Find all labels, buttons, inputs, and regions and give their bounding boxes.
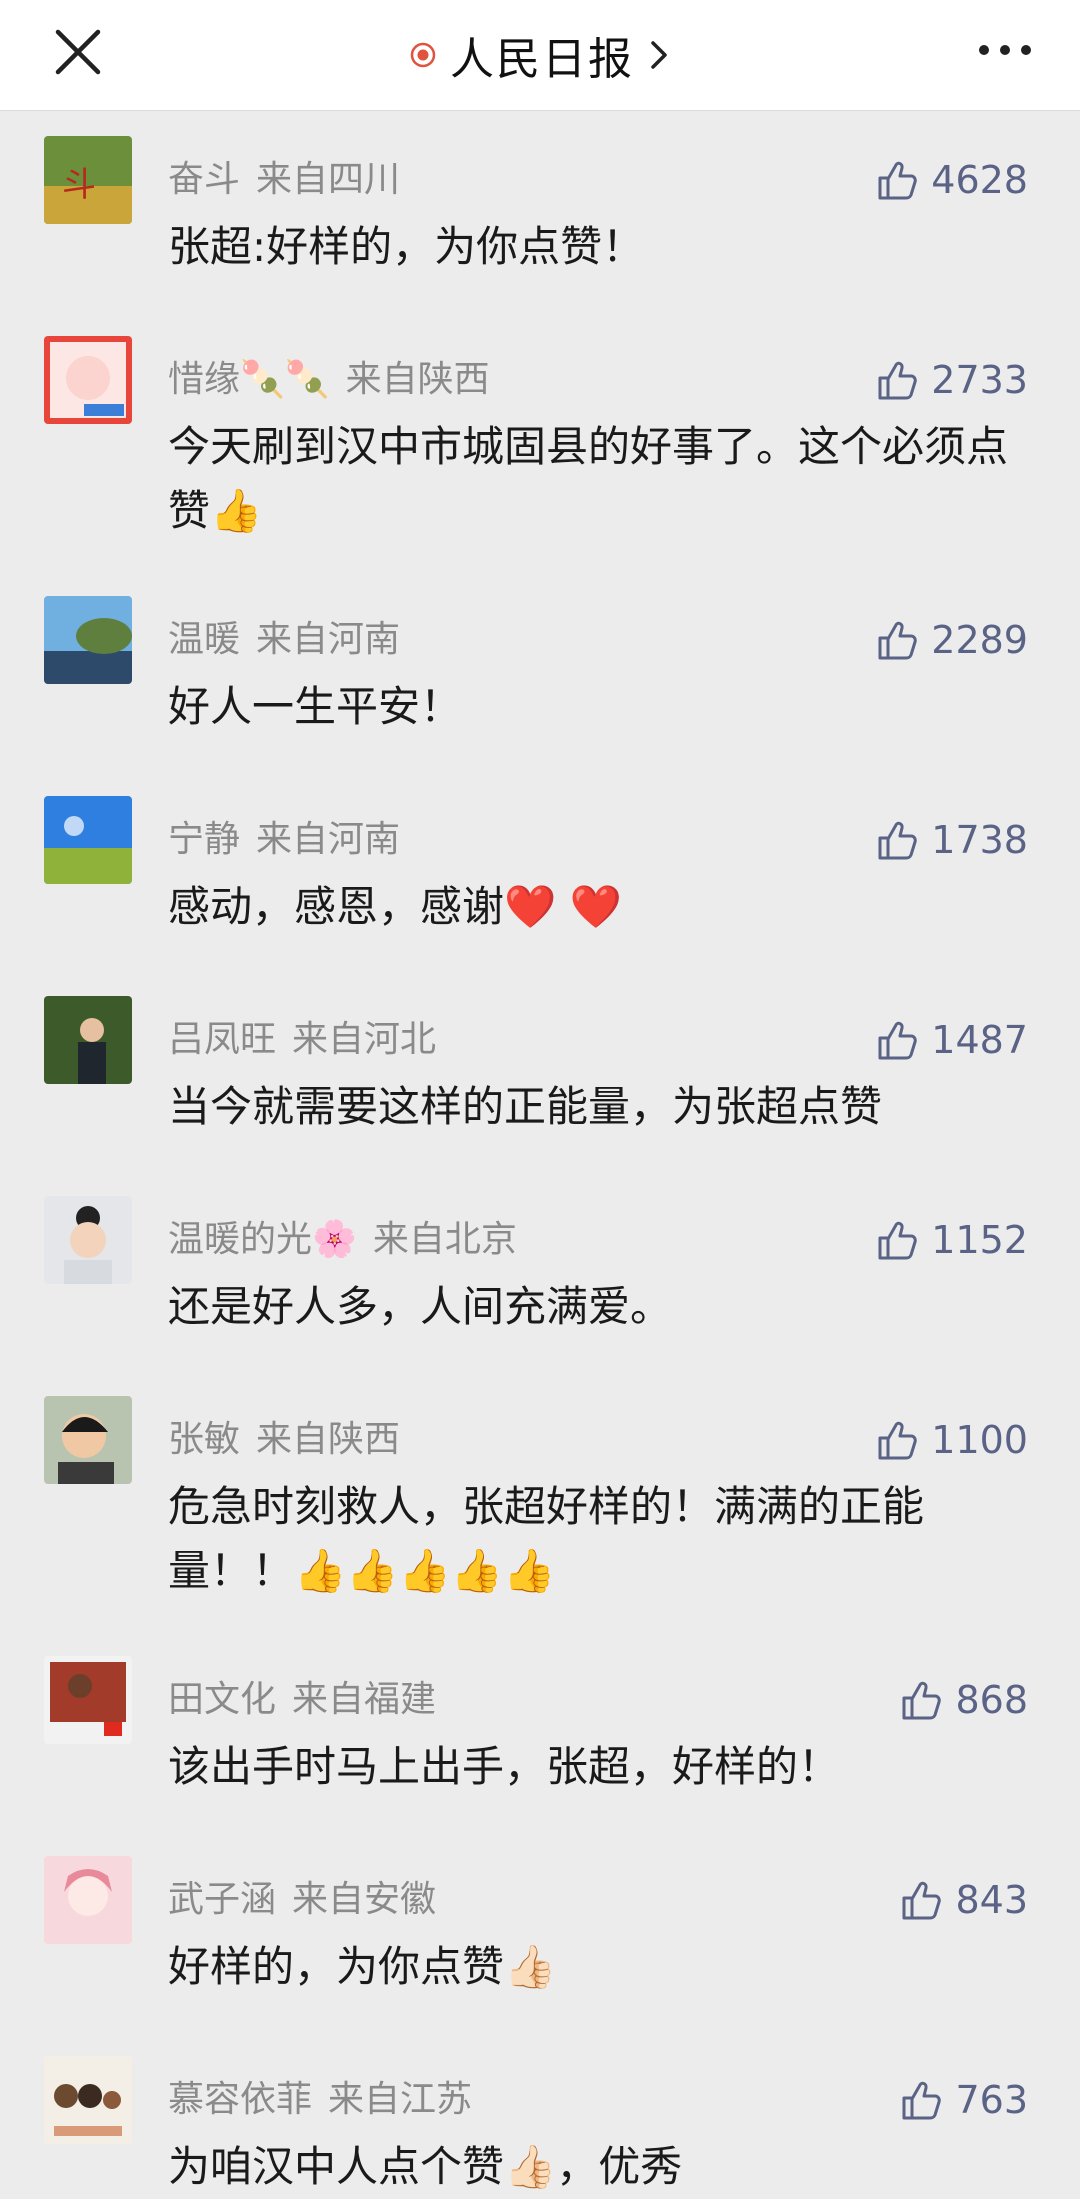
comment-location: 来自河北 xyxy=(292,1019,437,1060)
record-dot-icon xyxy=(410,42,436,68)
comment-text: 该出手时马上出手，张超，好样的！ xyxy=(168,1742,841,1791)
thumbs-up-icon xyxy=(878,361,918,400)
page-title: 人民日报 xyxy=(450,34,634,85)
thumbs-up-icon xyxy=(878,1221,918,1260)
comment-item: 斗 奋斗 来自四川 4628 张超:好样的，为你点赞！ xyxy=(0,110,1080,310)
like-button[interactable]: 2733 xyxy=(875,355,1028,405)
comment-item: 武子涵 来自安徽 843 好样的，为你点赞👍🏻 xyxy=(0,1830,1080,2030)
chevron-right-icon xyxy=(651,41,667,69)
comment-location: 来自河南 xyxy=(256,619,401,660)
like-count: 868 xyxy=(955,1678,1028,1722)
comment-item: 惜缘🍡🍡 来自陕西 2733 今天刷到汉中市城固县的好事了。这个必须点赞👍 xyxy=(0,310,1080,570)
like-count: 2733 xyxy=(931,358,1028,402)
like-button[interactable]: 2289 xyxy=(875,615,1028,665)
comment-text: 危急时刻救人，张超好样的！满满的正能量！！👍👍👍👍👍 xyxy=(168,1482,925,1595)
like-button[interactable]: 1487 xyxy=(875,1015,1028,1065)
comment-text: 今天刷到汉中市城固县的好事了。这个必须点赞👍 xyxy=(168,422,1009,535)
comment-item: 温暖的光🌸 来自北京 1152 还是好人多，人间充满爱。 xyxy=(0,1170,1080,1370)
account-title-link[interactable]: 人民日报 xyxy=(0,0,1080,110)
like-button[interactable]: 843 xyxy=(899,1875,1028,1925)
comment-text: 当今就需要这样的正能量，为张超点赞 xyxy=(168,1082,883,1131)
more-icon xyxy=(979,45,1031,55)
comment-author: 惜缘🍡🍡 xyxy=(168,359,330,400)
comment-item: 吕凤旺 来自河北 1487 当今就需要这样的正能量，为张超点赞 xyxy=(0,970,1080,1170)
comment-location: 来自福建 xyxy=(292,1679,437,1720)
comment-item: 宁静 来自河南 1738 感动，感恩，感谢❤️ ❤️ xyxy=(0,770,1080,970)
comment-location: 来自陕西 xyxy=(256,1419,401,1460)
comment-location: 来自河南 xyxy=(256,819,401,860)
like-count: 4628 xyxy=(931,158,1028,202)
like-button[interactable]: 4628 xyxy=(875,155,1028,205)
comment-item: 田文化 来自福建 868 该出手时马上出手，张超，好样的！ xyxy=(0,1630,1080,1830)
like-button[interactable]: 1100 xyxy=(875,1415,1028,1465)
comment-author: 田文化 xyxy=(168,1679,277,1720)
thumbs-up-icon xyxy=(878,1021,918,1060)
comment-item: 慕容依菲 来自江苏 763 为咱汉中人点个赞👍🏻，优秀 xyxy=(0,2030,1080,2191)
like-count: 2289 xyxy=(931,618,1028,662)
avatar[interactable] xyxy=(44,1196,132,1284)
comment-author: 吕凤旺 xyxy=(168,1019,277,1060)
comment-author: 温暖 xyxy=(168,619,241,660)
comment-item: 温暖 来自河南 2289 好人一生平安！ xyxy=(0,570,1080,770)
comment-author: 张敏 xyxy=(168,1419,241,1460)
comment-location: 来自江苏 xyxy=(328,2079,473,2120)
thumbs-up-icon xyxy=(878,621,918,660)
comment-location: 来自安徽 xyxy=(292,1879,437,1920)
avatar[interactable] xyxy=(44,336,132,424)
comment-text: 张超:好样的，为你点赞！ xyxy=(168,222,645,271)
thumbs-up-icon xyxy=(902,1881,942,1920)
avatar[interactable] xyxy=(44,2056,132,2144)
comment-author: 宁静 xyxy=(168,819,241,860)
svg-text:斗: 斗 xyxy=(62,165,96,205)
comment-text: 还是好人多，人间充满爱。 xyxy=(168,1282,673,1331)
top-bar: 人民日报 xyxy=(0,0,1080,111)
comment-author: 奋斗 xyxy=(168,159,241,200)
like-button[interactable]: 763 xyxy=(899,2075,1028,2125)
thumbs-up-icon xyxy=(902,2081,942,2120)
avatar[interactable]: 斗 xyxy=(44,136,132,224)
like-button[interactable]: 868 xyxy=(899,1675,1028,1725)
thumbs-up-icon xyxy=(878,161,918,200)
comment-author: 慕容依菲 xyxy=(168,2079,313,2120)
like-count: 1738 xyxy=(931,818,1028,862)
avatar[interactable] xyxy=(44,996,132,1084)
comment-text: 感动，感恩，感谢❤️ ❤️ xyxy=(168,882,622,931)
more-button[interactable] xyxy=(970,30,1040,70)
avatar[interactable] xyxy=(44,1856,132,1944)
avatar[interactable] xyxy=(44,1396,132,1484)
thumbs-up-icon xyxy=(902,1681,942,1720)
comment-author: 温暖的光🌸 xyxy=(168,1219,357,1260)
comment-text: 为咱汉中人点个赞👍🏻，优秀 xyxy=(168,2142,683,2191)
thumbs-up-icon xyxy=(878,821,918,860)
thumbs-up-icon xyxy=(878,1421,918,1460)
comment-text: 好人一生平安！ xyxy=(168,682,463,731)
like-count: 1487 xyxy=(931,1018,1028,1062)
like-count: 843 xyxy=(955,1878,1028,1922)
comment-item: 张敏 来自陕西 1100 危急时刻救人，张超好样的！满满的正能量！！👍👍👍👍👍 xyxy=(0,1370,1080,1630)
comment-location: 来自四川 xyxy=(256,159,401,200)
avatar[interactable] xyxy=(44,596,132,684)
comment-text: 好样的，为你点赞👍🏻 xyxy=(168,1942,557,1991)
like-count: 763 xyxy=(955,2078,1028,2122)
like-button[interactable]: 1152 xyxy=(875,1215,1028,1265)
comment-location: 来自陕西 xyxy=(345,359,490,400)
avatar[interactable] xyxy=(44,796,132,884)
like-button[interactable]: 1738 xyxy=(875,815,1028,865)
like-count: 1100 xyxy=(931,1418,1028,1462)
comment-location: 来自北京 xyxy=(372,1219,517,1260)
avatar[interactable] xyxy=(44,1656,132,1744)
like-count: 1152 xyxy=(931,1218,1028,1262)
comment-author: 武子涵 xyxy=(168,1879,277,1920)
